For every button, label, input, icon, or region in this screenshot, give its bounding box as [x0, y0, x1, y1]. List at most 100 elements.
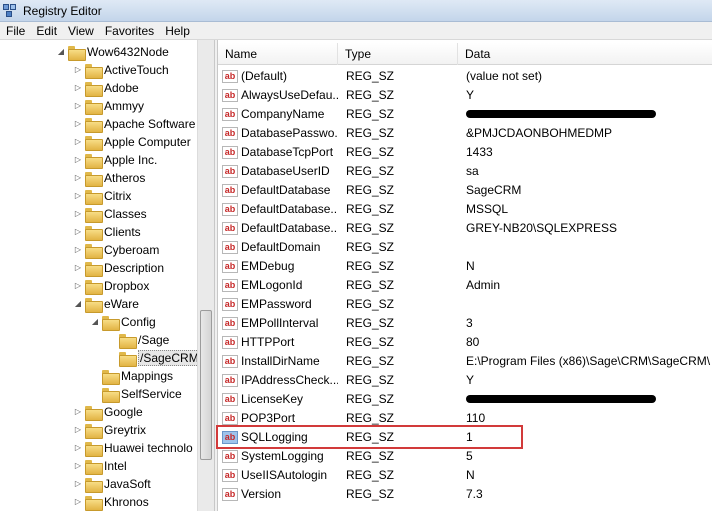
folder-icon: [102, 315, 120, 331]
value-data: SageCRM: [466, 183, 522, 197]
expand-triangle-icon[interactable]: ▷: [73, 259, 83, 277]
value-row[interactable]: ab POP3Port REG_SZ 110: [218, 409, 712, 428]
tree-item[interactable]: ▷ Description: [73, 259, 164, 277]
list-header: Name Type Data: [218, 43, 712, 65]
tree-item[interactable]: ◢ Config: [90, 313, 156, 331]
value-row[interactable]: ab DatabaseUserID REG_SZ sa: [218, 162, 712, 181]
menu-edit[interactable]: Edit: [31, 24, 62, 38]
tree-item[interactable]: ▷ Classes: [73, 205, 147, 223]
tree-item[interactable]: ▷ Atheros: [73, 169, 145, 187]
string-value-icon: ab: [222, 412, 238, 425]
value-type: REG_SZ: [346, 145, 395, 159]
menu-help[interactable]: Help: [160, 24, 195, 38]
column-data-header[interactable]: Data: [458, 43, 712, 65]
expand-triangle-icon[interactable]: ▷: [73, 493, 83, 511]
tree-item[interactable]: ▷ Citrix: [73, 187, 131, 205]
tree-item[interactable]: Mappings: [90, 367, 173, 385]
value-row[interactable]: ab DatabaseTcpPort REG_SZ 1433: [218, 143, 712, 162]
value-name-cell: ab EMLogonId: [222, 276, 338, 295]
value-row[interactable]: ab DatabasePasswo... REG_SZ &PMJCDAONBOHMED…: [218, 124, 712, 143]
tree-item[interactable]: ▷ Clients: [73, 223, 141, 241]
expand-triangle-icon[interactable]: ▷: [73, 403, 83, 421]
value-type: REG_SZ: [346, 164, 395, 178]
menu-view[interactable]: View: [63, 24, 99, 38]
value-row[interactable]: ab CompanyName REG_SZ: [218, 105, 712, 124]
tree-item[interactable]: ▷ Google: [73, 403, 143, 421]
tree-item[interactable]: /SageCRM: [107, 349, 201, 367]
tree-item[interactable]: /Sage: [107, 331, 169, 349]
value-name: (Default): [241, 69, 288, 83]
tree-item[interactable]: ▷ Greytrix: [73, 421, 146, 439]
expand-triangle-icon[interactable]: ▷: [73, 133, 83, 151]
value-row[interactable]: ab AlwaysUseDefau... REG_SZ Y: [218, 86, 712, 105]
value-row[interactable]: ab UseIISAutologin REG_SZ N: [218, 466, 712, 485]
expand-triangle-icon[interactable]: ▷: [73, 277, 83, 295]
tree-item[interactable]: ▷ Apache Software: [73, 115, 195, 133]
collapse-triangle-icon[interactable]: ◢: [90, 313, 100, 331]
expand-triangle-icon[interactable]: ▷: [73, 187, 83, 205]
expand-triangle-icon[interactable]: ▷: [73, 151, 83, 169]
expand-triangle-icon[interactable]: ▷: [73, 421, 83, 439]
tree-item-label: Clients: [104, 225, 141, 239]
collapse-triangle-icon[interactable]: ◢: [56, 43, 66, 61]
key-tree[interactable]: ◢ Wow6432Node ▷ ActiveTouch ▷ Adobe ▷ Ammyy ▷ Apa…: [0, 40, 214, 511]
expand-triangle-icon[interactable]: ▷: [73, 169, 83, 187]
string-value-icon: ab: [222, 355, 238, 368]
value-row[interactable]: ab DefaultDatabase... REG_SZ GREY-NB20\SQLE…: [218, 219, 712, 238]
value-name-cell: ab SystemLogging: [222, 447, 338, 466]
value-row[interactable]: ab EMLogonId REG_SZ Admin: [218, 276, 712, 295]
expand-triangle-icon[interactable]: ▷: [73, 115, 83, 133]
value-row[interactable]: ab EMPollInterval REG_SZ 3: [218, 314, 712, 333]
tree-item[interactable]: ▷ ActiveTouch: [73, 61, 169, 79]
expand-triangle-icon[interactable]: ▷: [73, 241, 83, 259]
value-row[interactable]: ab SQLLogging REG_SZ 1: [218, 428, 712, 447]
folder-icon: [85, 423, 103, 439]
value-row[interactable]: ab InstallDirName REG_SZ E:\Program Files (…: [218, 352, 712, 371]
tree-item[interactable]: ▷ Apple Computer: [73, 133, 191, 151]
tree-item[interactable]: ▷ JavaSoft: [73, 475, 151, 493]
tree-item[interactable]: ▷ Khronos: [73, 493, 149, 511]
expand-triangle-icon[interactable]: ▷: [73, 205, 83, 223]
string-value-icon: ab: [222, 89, 238, 102]
tree-item-label: JavaSoft: [104, 477, 151, 491]
expand-triangle-icon[interactable]: ▷: [73, 475, 83, 493]
expand-triangle-icon[interactable]: ▷: [73, 457, 83, 475]
collapse-triangle-icon[interactable]: ◢: [73, 295, 83, 313]
value-row[interactable]: ab (Default) REG_SZ (value not set): [218, 67, 712, 86]
tree-scroll-thumb[interactable]: [200, 310, 212, 460]
expand-triangle-icon[interactable]: ▷: [73, 223, 83, 241]
menu-favorites[interactable]: Favorites: [100, 24, 159, 38]
tree-item[interactable]: SelfService: [90, 385, 182, 403]
value-row[interactable]: ab DefaultDatabase... REG_SZ MSSQL: [218, 200, 712, 219]
column-type-header[interactable]: Type: [338, 43, 458, 65]
value-row[interactable]: ab EMPassword REG_SZ: [218, 295, 712, 314]
tree-item-label: Dropbox: [104, 279, 150, 293]
value-row[interactable]: ab IPAddressCheck... REG_SZ Y: [218, 371, 712, 390]
expand-triangle-icon[interactable]: ▷: [73, 97, 83, 115]
value-row[interactable]: ab HTTPPort REG_SZ 80: [218, 333, 712, 352]
folder-icon: [102, 369, 120, 385]
value-row[interactable]: ab SystemLogging REG_SZ 5: [218, 447, 712, 466]
tree-item[interactable]: ◢ eWare: [73, 295, 139, 313]
redaction-bar: [466, 395, 656, 403]
tree-item[interactable]: ▷ Huawei technolo: [73, 439, 193, 457]
value-row[interactable]: ab Version REG_SZ 7.3: [218, 485, 712, 504]
value-row[interactable]: ab DefaultDomain REG_SZ: [218, 238, 712, 257]
tree-item[interactable]: ▷ Ammyy: [73, 97, 144, 115]
expand-triangle-icon[interactable]: ▷: [73, 61, 83, 79]
tree-scrollbar[interactable]: [197, 40, 214, 511]
tree-item[interactable]: ▷ Cyberoam: [73, 241, 159, 259]
menu-file[interactable]: File: [1, 24, 30, 38]
tree-item[interactable]: ▷ Intel: [73, 457, 127, 475]
tree-item[interactable]: ▷ Dropbox: [73, 277, 149, 295]
tree-item[interactable]: ◢ Wow6432Node: [56, 43, 169, 61]
expand-triangle-icon[interactable]: ▷: [73, 79, 83, 97]
expand-triangle-icon[interactable]: ▷: [73, 439, 83, 457]
value-row[interactable]: ab EMDebug REG_SZ N: [218, 257, 712, 276]
tree-item[interactable]: ▷ Apple Inc.: [73, 151, 157, 169]
value-row[interactable]: ab LicenseKey REG_SZ: [218, 390, 712, 409]
tree-item[interactable]: ▷ Adobe: [73, 79, 139, 97]
value-name: DefaultDatabase...: [241, 202, 338, 216]
value-row[interactable]: ab DefaultDatabase REG_SZ SageCRM: [218, 181, 712, 200]
column-name-header[interactable]: Name: [218, 43, 338, 65]
